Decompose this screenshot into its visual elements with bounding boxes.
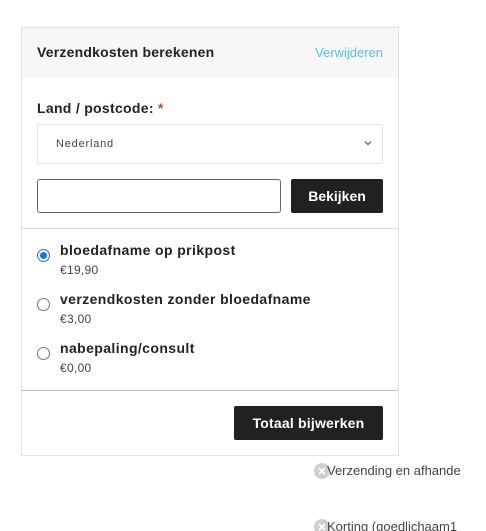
shipping-option-name: nabepaling/consult <box>60 340 195 356</box>
country-select[interactable]: Nederland <box>37 124 383 164</box>
shipping-calculator-panel: Verzendkosten berekenen Verwijderen Land… <box>21 27 399 456</box>
country-postcode-label: Land / postcode: * <box>37 100 164 116</box>
divider <box>22 228 398 229</box>
panel-header: Verzendkosten berekenen Verwijderen <box>22 28 398 78</box>
shipping-option-price: €19,90 <box>60 263 99 277</box>
radio-unselected[interactable] <box>37 347 50 360</box>
shipping-option-consult[interactable]: nabepaling/consult €0,00 <box>37 340 387 380</box>
side-item-label: Korting (goedlichaam1 <box>327 519 458 531</box>
shipping-option-prikpost[interactable]: bloedafname op prikpost €19,90 <box>37 242 387 282</box>
chevron-down-icon <box>364 141 372 146</box>
radio-selected[interactable] <box>37 249 50 262</box>
divider <box>22 390 398 391</box>
shipping-option-price: €0,00 <box>60 361 92 375</box>
shipping-option-name: bloedafname op prikpost <box>60 242 236 258</box>
update-totals-button[interactable]: Totaal bijwerken <box>234 406 383 440</box>
shipping-option-name: verzendkosten zonder bloedafname <box>60 291 311 307</box>
remove-link[interactable]: Verwijderen <box>315 45 383 60</box>
country-label-text: Land / postcode: <box>37 100 154 116</box>
country-select-value: Nederland <box>56 138 114 150</box>
shipping-option-price: €3,00 <box>60 312 92 326</box>
panel-title: Verzendkosten berekenen <box>37 44 215 60</box>
side-item-label: Verzending en afhande <box>327 463 461 478</box>
radio-unselected[interactable] <box>37 298 50 311</box>
required-marker: * <box>157 100 164 116</box>
shipping-option-zonder-bloedafname[interactable]: verzendkosten zonder bloedafname €3,00 <box>37 291 387 331</box>
view-button[interactable]: Bekijken <box>291 179 383 213</box>
postcode-input[interactable] <box>37 179 281 213</box>
